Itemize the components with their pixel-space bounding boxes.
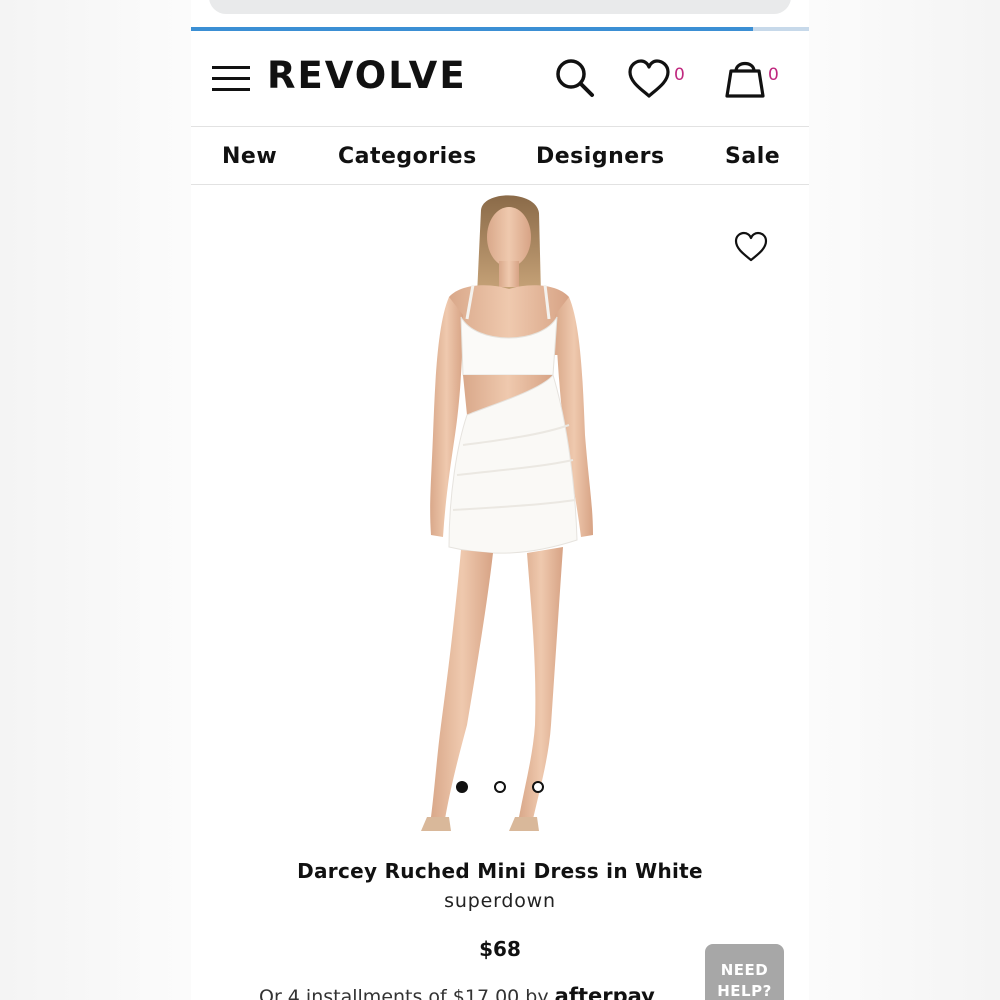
revolve-logo[interactable]: REVOLVE [267, 54, 467, 97]
nav-item-new[interactable]: New [222, 144, 277, 169]
need-help-line2: HELP? [717, 982, 772, 1000]
site-header: REVOLVE 0 0 [191, 31, 809, 127]
product-title: Darcey Ruched Mini Dress in White [297, 859, 703, 883]
search-icon[interactable] [553, 56, 597, 100]
hamburger-menu-icon[interactable] [211, 63, 251, 93]
carousel-dot[interactable] [494, 781, 506, 793]
nav-item-sale[interactable]: Sale [725, 144, 780, 169]
carousel-dot[interactable] [532, 781, 544, 793]
afterpay-logo[interactable]: afterpay [555, 984, 655, 1000]
screenshot-stage: REVOLVE 0 0 New Categories Designers Sal… [0, 0, 1000, 1000]
wishlist-heart-icon[interactable] [627, 58, 671, 102]
browser-address-bar[interactable] [209, 0, 791, 14]
carousel-dot[interactable] [456, 781, 468, 793]
nav-item-categories[interactable]: Categories [338, 144, 477, 169]
model-photo [421, 195, 593, 831]
need-help-button[interactable]: NEED HELP? [705, 944, 784, 1000]
need-help-line1: NEED [720, 961, 769, 979]
category-nav: New Categories Designers Sale [191, 127, 809, 185]
wishlist-count[interactable]: 0 [674, 65, 685, 85]
add-to-favorites-heart-icon[interactable] [734, 230, 768, 264]
nav-item-designers[interactable]: Designers [536, 144, 665, 169]
installments-text: Or 4 installments of $17.00 by afterpay [259, 984, 655, 1000]
installments-label: Or 4 installments of $17.00 by [259, 986, 549, 1000]
bag-count[interactable]: 0 [768, 65, 779, 85]
mobile-browser-viewport: REVOLVE 0 0 New Categories Designers Sal… [191, 0, 809, 1000]
product-brand-link[interactable]: superdown [191, 890, 809, 912]
product-image-carousel[interactable] [191, 185, 809, 845]
shopping-bag-icon[interactable] [723, 56, 767, 100]
